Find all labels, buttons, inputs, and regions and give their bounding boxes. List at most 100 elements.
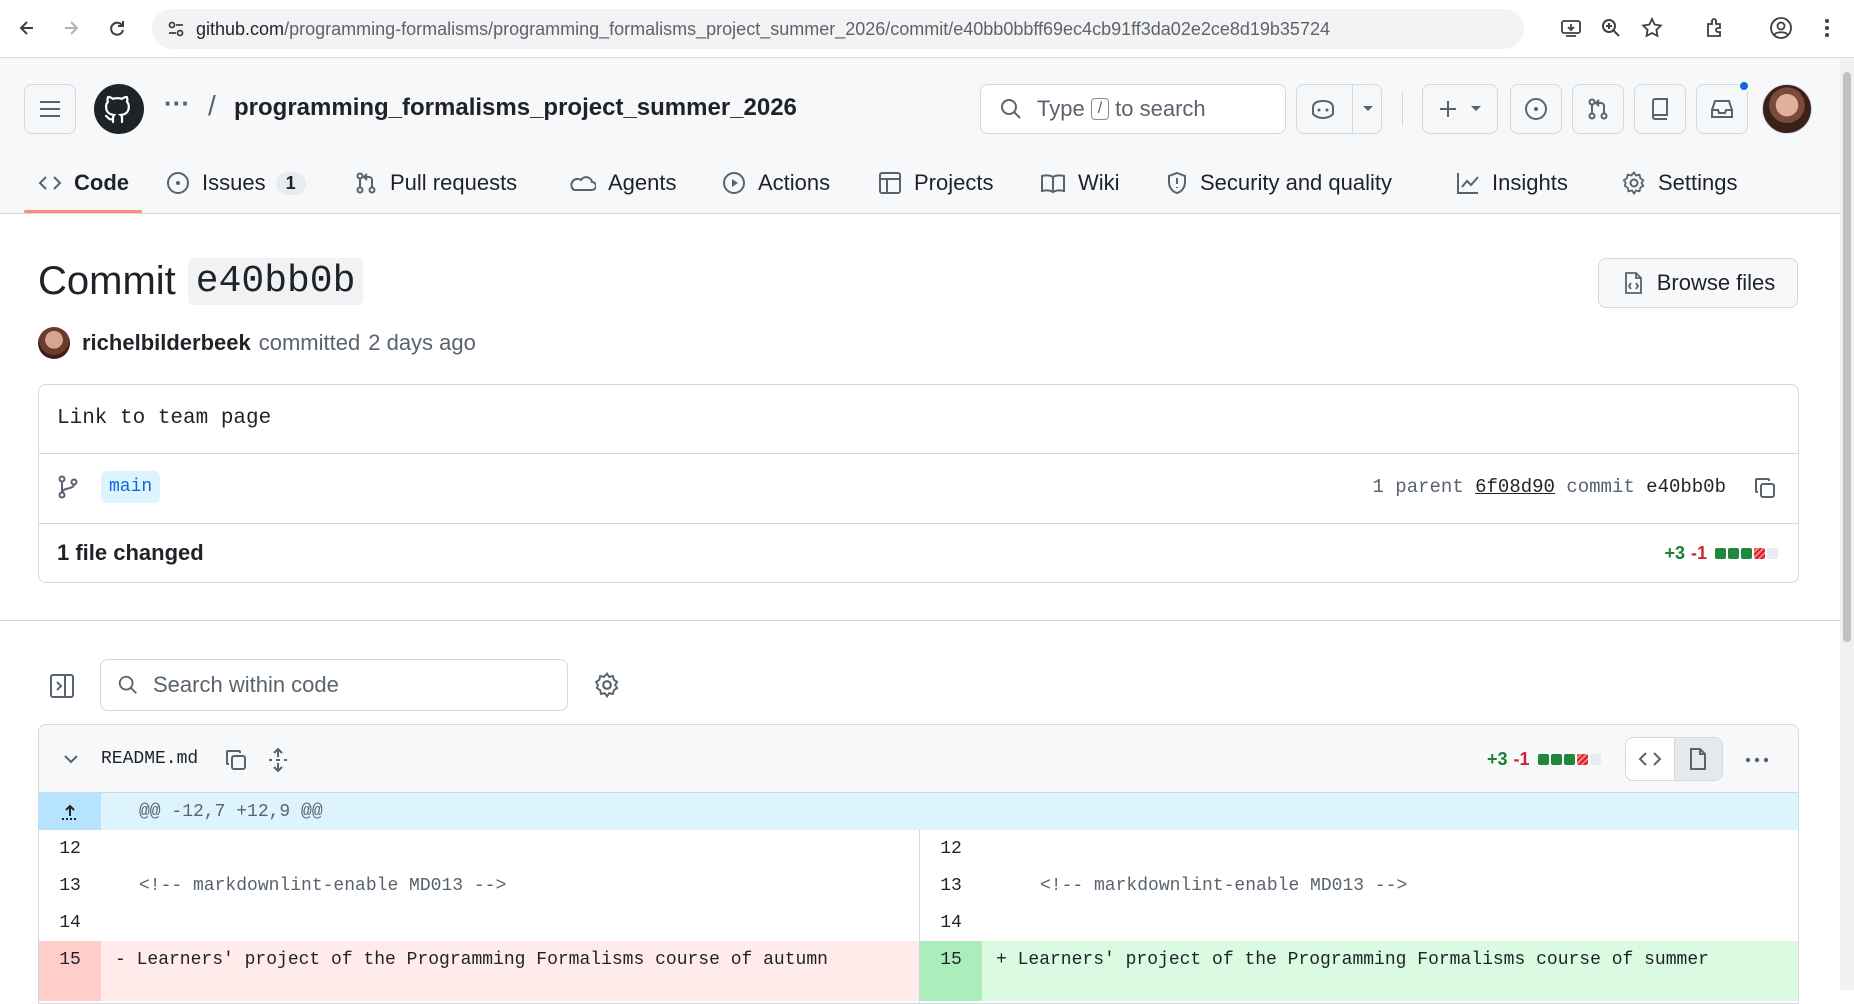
search-icon — [1001, 99, 1021, 119]
diffstat-add-block — [1728, 548, 1739, 559]
diff-file-name[interactable]: README.md — [101, 749, 198, 769]
diff-file-header: README.md +3 -1 — [39, 725, 1798, 793]
file-more-options-button[interactable] — [1739, 745, 1775, 775]
commit-short-sha: e40bb0b — [187, 258, 364, 305]
left-line-content: <!-- markdownlint-enable MD013 --> — [139, 875, 507, 896]
repo-icon — [1651, 98, 1668, 120]
commit-title-word: Commit — [38, 259, 176, 303]
issues-count-badge: 1 — [275, 171, 306, 195]
tab-code[interactable]: Code — [38, 152, 129, 214]
file-code-icon — [1624, 272, 1642, 294]
site-info-icon[interactable] — [166, 19, 186, 39]
file-diffstat: +3 -1 — [1487, 749, 1603, 770]
tab-wiki[interactable]: Wiki — [1040, 152, 1120, 214]
copy-path-button[interactable] — [221, 745, 251, 775]
commit-box-divider-2 — [39, 523, 1798, 524]
right-line-content: <!-- markdownlint-enable MD013 --> — [1040, 875, 1408, 896]
hunk-header-text: @@ -12,7 +12,9 @@ — [139, 802, 323, 822]
issue-icon — [167, 172, 189, 194]
page-scrollbar[interactable] — [1840, 58, 1854, 990]
inbox-button[interactable] — [1696, 84, 1748, 134]
tab-settings[interactable]: Settings — [1622, 152, 1738, 214]
rich-diff-button[interactable] — [1674, 738, 1722, 780]
tab-issues[interactable]: Issues 1 — [166, 152, 306, 214]
zoom-icon[interactable] — [1596, 13, 1626, 43]
pull-request-icon — [1588, 98, 1608, 120]
additions-count: +3 — [1664, 543, 1685, 563]
parent-prefix: 1 parent — [1372, 476, 1464, 498]
global-search-input[interactable]: Type / to search — [980, 84, 1286, 134]
left-line-number[interactable]: 13 — [39, 867, 101, 904]
commit-time[interactable]: 2 days ago — [368, 330, 476, 356]
author-avatar[interactable] — [38, 327, 70, 359]
hamburger-menu-button[interactable] — [24, 84, 76, 134]
diff-settings-button[interactable] — [590, 668, 624, 702]
create-new-button[interactable] — [1422, 84, 1498, 134]
search-icon — [118, 675, 137, 694]
owner-ellipsis-button[interactable]: ··· — [164, 88, 190, 119]
browse-files-button[interactable]: Browse files — [1598, 258, 1798, 308]
breadcrumb-separator: / — [208, 90, 216, 121]
search-prefix: Type — [1037, 96, 1085, 121]
right-line-number[interactable]: 13 — [920, 867, 982, 904]
code-search-input[interactable]: Search within code — [100, 659, 568, 711]
url-host: github.com — [196, 19, 285, 39]
diffstat-neutral-block — [1589, 754, 1601, 765]
repo-name-link[interactable]: programming_formalisms_project_summer_20… — [234, 94, 797, 122]
tab-pull-requests[interactable]: Pull requests — [354, 152, 517, 214]
split-divider — [919, 830, 920, 1003]
collapse-file-button[interactable] — [57, 745, 85, 773]
hunk-header-row: @@ -12,7 +12,9 @@ — [39, 793, 1798, 830]
code-icon — [38, 176, 62, 190]
github-logo-icon[interactable] — [94, 84, 144, 134]
reload-icon[interactable] — [102, 13, 132, 43]
tab-actions[interactable]: Actions — [722, 152, 830, 214]
tab-projects[interactable]: Projects — [878, 152, 993, 214]
back-icon[interactable] — [12, 13, 42, 43]
files-changed-count: 1 file changed — [57, 540, 204, 565]
left-line-number[interactable]: 14 — [39, 904, 101, 941]
diffstat-add-block — [1537, 754, 1549, 765]
gear-icon — [1622, 171, 1645, 195]
graph-icon — [1457, 173, 1479, 194]
bookmark-star-icon[interactable] — [1637, 13, 1667, 43]
expand-all-button[interactable] — [263, 745, 293, 775]
tab-actions-label: Actions — [758, 170, 831, 195]
branch-link[interactable]: main — [101, 471, 161, 503]
code-search-placeholder: Search within code — [153, 672, 339, 697]
user-avatar[interactable] — [1762, 84, 1812, 134]
forward-icon[interactable] — [56, 13, 86, 43]
copilot-dropdown-icon[interactable] — [1352, 84, 1382, 134]
source-diff-button[interactable] — [1626, 738, 1675, 780]
expand-up-icon — [62, 804, 76, 820]
browser-menu-icon[interactable] — [1812, 13, 1842, 43]
tab-insights[interactable]: Insights — [1456, 152, 1568, 214]
install-app-icon[interactable] — [1556, 13, 1586, 43]
author-name-link[interactable]: richelbilderbeek — [82, 330, 251, 356]
chevron-down-icon — [1471, 106, 1481, 111]
copy-icon — [1755, 478, 1775, 498]
tab-security[interactable]: Security and quality — [1166, 152, 1392, 214]
tab-agents[interactable]: Agents — [570, 152, 677, 214]
right-line-number[interactable]: 14 — [920, 904, 982, 941]
issues-button[interactable] — [1510, 84, 1562, 134]
expand-up-button[interactable] — [39, 793, 101, 830]
toggle-file-tree-button[interactable] — [44, 668, 80, 704]
commit-details-box: Link to team page main 1 parent 6f08d90 … — [38, 384, 1799, 583]
file-deletions: -1 — [1513, 749, 1530, 769]
inbox-icon — [1711, 100, 1733, 118]
diffstat-add-block — [1563, 754, 1575, 765]
profile-icon[interactable] — [1766, 13, 1796, 43]
scrollbar-thumb[interactable] — [1843, 72, 1851, 642]
repositories-button[interactable] — [1634, 84, 1686, 134]
left-line-number[interactable]: 12 — [39, 830, 101, 867]
right-line-number[interactable]: 12 — [920, 830, 982, 867]
right-line-number[interactable]: 15 — [920, 941, 982, 978]
extensions-icon[interactable] — [1700, 13, 1730, 43]
left-line-number[interactable]: 15 — [39, 941, 101, 978]
url-text[interactable]: github.com/programming-formalisms/progra… — [196, 19, 1330, 40]
copy-sha-button[interactable] — [1750, 473, 1780, 503]
pull-requests-button[interactable] — [1572, 84, 1624, 134]
parent-sha-link[interactable]: 6f08d90 — [1475, 476, 1555, 498]
commit-diffstat: +3 -1 — [1664, 543, 1780, 564]
